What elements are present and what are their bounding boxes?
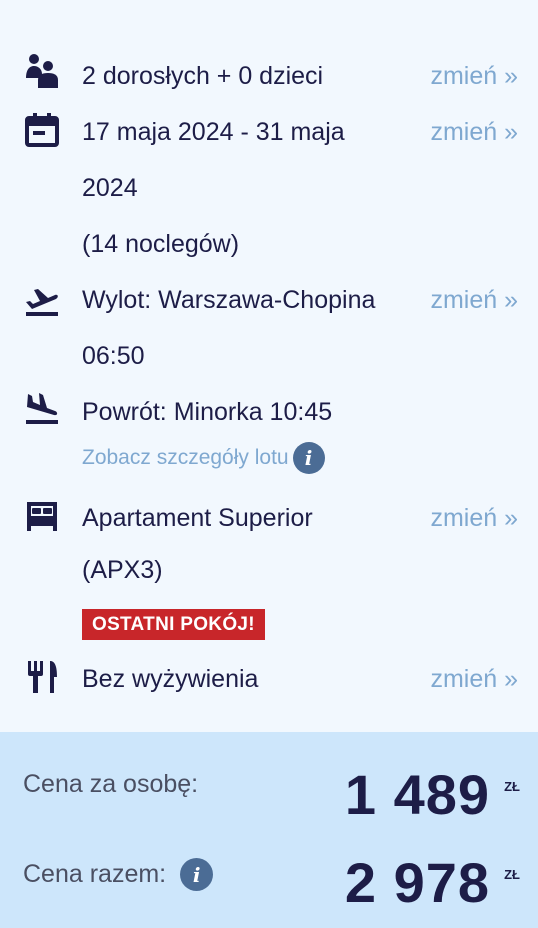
- price-total-label: Cena razem:: [23, 860, 167, 888]
- change-departure-link[interactable]: zmień »: [430, 272, 518, 328]
- change-board-link[interactable]: zmień »: [430, 651, 518, 707]
- flight-details-label[interactable]: Zobacz szczegóły lotu: [82, 443, 289, 473]
- change-room-link[interactable]: zmień »: [430, 490, 518, 546]
- currency-per-person: ZŁ: [504, 779, 520, 794]
- change-dates-link[interactable]: zmień »: [430, 104, 518, 160]
- plane-takeoff-icon: [24, 282, 60, 318]
- travelers-text: 2 dorosłych + 0 dzieci: [82, 62, 324, 90]
- price-per-person-label: Cena za osobę:: [23, 770, 199, 798]
- departure-line-2: 06:50: [82, 342, 145, 370]
- dates-line-2: 2024: [82, 174, 138, 202]
- board-text: Bez wyżywienia: [82, 665, 259, 693]
- price-total-value: 2 978: [344, 851, 490, 914]
- total-info-icon[interactable]: i: [180, 858, 214, 891]
- info-icon[interactable]: i: [292, 442, 325, 474]
- booking-details: 2 dorosłych + 0 dzieci zmień » 17 maja 2…: [0, 0, 538, 732]
- room-line-1: Apartament Superior: [82, 504, 313, 532]
- room-line-2: (APX3): [82, 556, 163, 584]
- return-text: Powrót: Minorka 10:45: [82, 398, 333, 426]
- cutlery-icon: [24, 659, 60, 695]
- nights-count: (14 noclegów): [82, 230, 240, 258]
- dates-line-1: 17 maja 2024 - 31 maja: [82, 118, 345, 146]
- total-label-group: Cena razem: i: [23, 858, 214, 891]
- change-travelers-link[interactable]: zmień »: [430, 48, 518, 104]
- price-panel: Cena za osobę: 1 489 ZŁ Cena razem: i 2 …: [0, 732, 538, 928]
- price-per-person-value: 1 489: [344, 763, 490, 826]
- calendar-icon: [24, 112, 60, 148]
- flight-details-link[interactable]: Zobacz szczegóły lotu i: [82, 442, 325, 474]
- plane-landing-icon: [24, 390, 60, 426]
- bed-icon: [24, 498, 60, 534]
- departure-line-1: Wylot: Warszawa-Chopina: [82, 286, 376, 314]
- last-room-badge: OSTATNI POKÓJ!: [82, 609, 265, 640]
- currency-total: ZŁ: [504, 867, 520, 882]
- people-icon: [24, 52, 60, 88]
